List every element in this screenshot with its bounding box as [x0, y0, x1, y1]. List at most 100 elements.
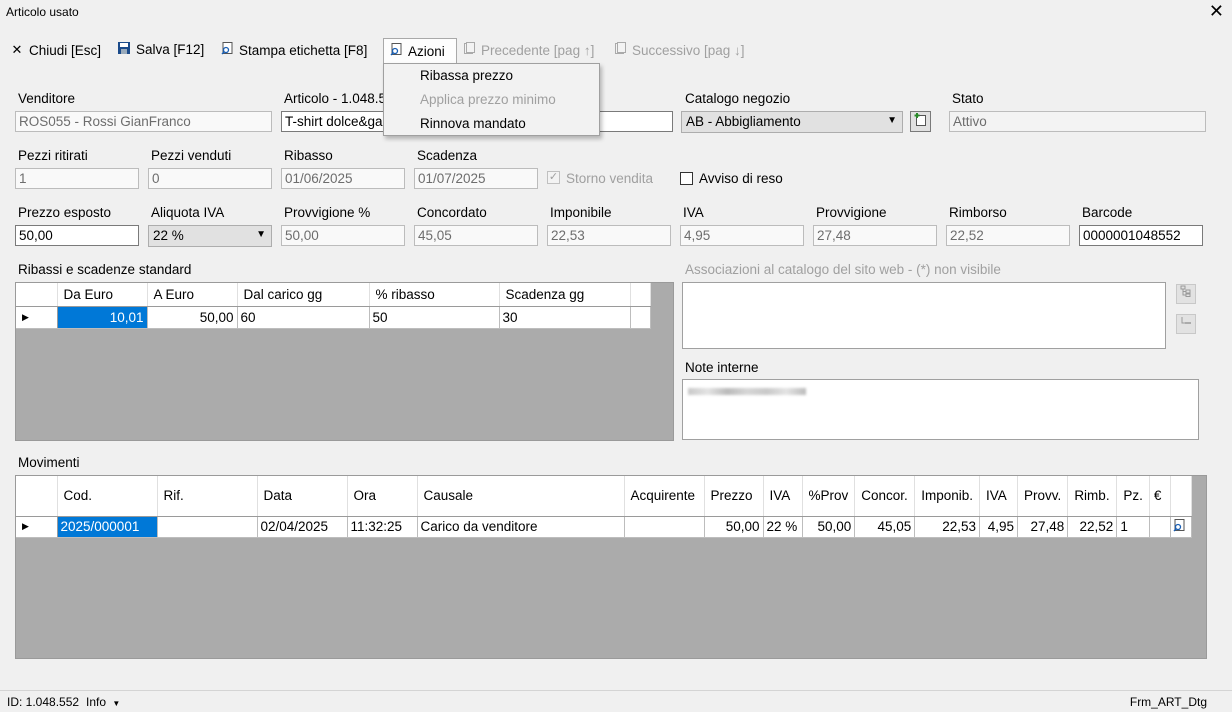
column-header[interactable]: Cod. — [57, 476, 158, 517]
table-cell[interactable] — [157, 516, 258, 538]
column-header[interactable]: Pz. — [1116, 476, 1150, 517]
imponibile-field[interactable]: 22,53 — [547, 225, 671, 246]
articolo-label: Articolo - 1.048.55 — [284, 91, 394, 106]
column-header[interactable]: Data — [257, 476, 348, 517]
add-catalog-button[interactable] — [910, 111, 931, 132]
table-cell[interactable] — [624, 516, 705, 538]
table-cell[interactable]: 22,53 — [914, 516, 981, 538]
aliquota-iva-select[interactable]: 22 % ▼ — [148, 225, 272, 247]
rimborso-label: Rimborso — [949, 205, 1007, 220]
next-button[interactable]: Successivo [pag ↓] — [613, 42, 745, 58]
table-cell[interactable]: 50,00 — [147, 306, 238, 329]
column-header[interactable]: Rimb. — [1067, 476, 1118, 517]
document-icon — [462, 42, 476, 58]
aliquota-iva-select-value: 22 % — [153, 228, 184, 243]
column-header[interactable]: Concor. — [854, 476, 916, 517]
previous-button[interactable]: Precedente [pag ↑] — [462, 42, 594, 58]
table-cell[interactable]: Carico da venditore — [417, 516, 625, 538]
table-cell[interactable]: 60 — [237, 306, 370, 329]
column-header[interactable]: Acquirente — [624, 476, 705, 517]
associazioni-list[interactable] — [682, 282, 1166, 349]
column-header[interactable]: Dal carico gg — [237, 283, 370, 307]
iva-field[interactable]: 4,95 — [680, 225, 804, 246]
scadenza-field[interactable]: 01/07/2025 — [414, 168, 538, 189]
column-header[interactable]: € — [1149, 476, 1171, 517]
ribasso-field[interactable]: 01/06/2025 — [281, 168, 405, 189]
column-header[interactable]: Prezzo — [704, 476, 764, 517]
table-cell[interactable]: 50,00 — [704, 516, 764, 538]
rimborso-field[interactable]: 22,52 — [946, 225, 1070, 246]
menu-item-rinnova-mandato[interactable]: Rinnova mandato — [420, 116, 526, 131]
table-cell[interactable]: 1 — [1116, 516, 1150, 538]
column-header[interactable]: A Euro — [147, 283, 238, 307]
chevron-down-icon: ▼ — [887, 115, 897, 126]
close-button-label: Chiudi [Esc] — [29, 42, 102, 58]
menu-item-ribassa-prezzo[interactable]: Ribassa prezzo — [420, 68, 513, 83]
column-header[interactable]: IVA — [763, 476, 803, 517]
table-cell[interactable]: 10,01 — [57, 306, 148, 329]
column-header[interactable]: Ora — [347, 476, 418, 517]
ribassi-grid[interactable]: Da Euro A Euro Dal carico gg % ribasso S… — [15, 282, 674, 441]
table-cell[interactable]: 11:32:25 — [347, 516, 418, 538]
ribasso-label: Ribasso — [284, 148, 333, 163]
stato-field[interactable]: Attivo — [949, 111, 1206, 132]
prezzo-esposto-label: Prezzo esposto — [18, 205, 112, 220]
table-row[interactable]: ▶ 2025/000001 02/04/2025 11:32:25 Carico… — [16, 516, 1192, 538]
table-cell[interactable]: 30 — [499, 306, 631, 329]
tree-add-button[interactable] — [1176, 284, 1196, 304]
table-cell[interactable]: 22,52 — [1067, 516, 1118, 538]
previous-button-label: Precedente [pag ↑] — [481, 42, 595, 58]
remove-icon — [1180, 317, 1192, 330]
storno-vendita-checkbox[interactable]: ✓ — [547, 171, 560, 184]
save-button[interactable]: Salva [F12] — [117, 42, 204, 57]
pezzi-venduti-label: Pezzi venduti — [151, 148, 232, 163]
pezzi-venduti-field[interactable]: 0 — [148, 168, 272, 189]
movimenti-grid[interactable]: Cod. Rif. Data Ora Causale Acquirente Pr… — [15, 475, 1207, 659]
catalogo-select[interactable]: AB - Abbigliamento ▼ — [681, 111, 903, 133]
toolbar: ✕ Chiudi [Esc] Salva [F12] Stampa etiche… — [0, 38, 1232, 64]
column-header[interactable]: Provv. — [1017, 476, 1069, 517]
column-header[interactable]: IVA — [979, 476, 1019, 517]
table-cell[interactable] — [1149, 516, 1171, 538]
table-cell[interactable]: 02/04/2025 — [257, 516, 348, 538]
info-dropdown[interactable]: Info ▼ — [86, 695, 120, 709]
venditore-field[interactable]: ROS055 - Rossi GianFranco — [15, 111, 272, 132]
table-cell[interactable]: 22 % — [763, 516, 803, 538]
venditore-label: Venditore — [18, 91, 76, 106]
print-label-button[interactable]: Stampa etichetta [F8] — [220, 42, 367, 58]
table-cell[interactable]: 2025/000001 — [57, 516, 158, 538]
stato-label: Stato — [952, 91, 984, 106]
table-cell[interactable]: 27,48 — [1017, 516, 1069, 538]
column-header[interactable]: Da Euro — [57, 283, 148, 307]
provvigione-field[interactable]: 27,48 — [813, 225, 937, 246]
column-header[interactable]: Scadenza gg — [499, 283, 631, 307]
actions-dropdown-button[interactable]: Azioni — [383, 38, 457, 64]
table-cell[interactable]: 45,05 — [854, 516, 916, 538]
close-window-icon[interactable]: ✕ — [1209, 2, 1224, 20]
prezzo-esposto-field[interactable]: 50,00 — [15, 225, 139, 246]
concordato-field[interactable]: 45,05 — [414, 225, 538, 246]
close-button[interactable]: ✕ Chiudi [Esc] — [10, 42, 101, 58]
row-selector-icon[interactable]: ▶ — [16, 306, 58, 329]
table-cell[interactable]: 50 — [369, 306, 500, 329]
table-cell[interactable]: 4,95 — [979, 516, 1019, 538]
barcode-field[interactable]: 0000001048552 — [1079, 225, 1203, 246]
avviso-reso-checkbox[interactable] — [680, 172, 693, 185]
column-header[interactable]: Imponib. — [914, 476, 981, 517]
table-cell[interactable]: 50,00 — [802, 516, 856, 538]
tree-remove-button[interactable] — [1176, 314, 1196, 334]
open-document-cell[interactable] — [1170, 516, 1192, 538]
column-header[interactable]: %Prov — [802, 476, 856, 517]
column-header[interactable]: % ribasso — [369, 283, 500, 307]
note-interne-textarea[interactable] — [682, 379, 1199, 440]
column-header[interactable]: Rif. — [157, 476, 258, 517]
document-search-icon[interactable] — [1173, 518, 1186, 535]
menu-item-applica-prezzo-minimo[interactable]: Applica prezzo minimo — [420, 92, 556, 107]
row-selector-icon[interactable]: ▶ — [16, 516, 58, 538]
provvigione-perc-field[interactable]: 50,00 — [281, 225, 405, 246]
table-cell[interactable] — [630, 306, 651, 329]
table-row[interactable]: ▶ 10,01 50,00 60 50 30 — [16, 306, 651, 329]
pezzi-ritirati-field[interactable]: 1 — [15, 168, 139, 189]
column-header[interactable]: Causale — [417, 476, 625, 517]
close-icon: ✕ — [11, 42, 23, 57]
